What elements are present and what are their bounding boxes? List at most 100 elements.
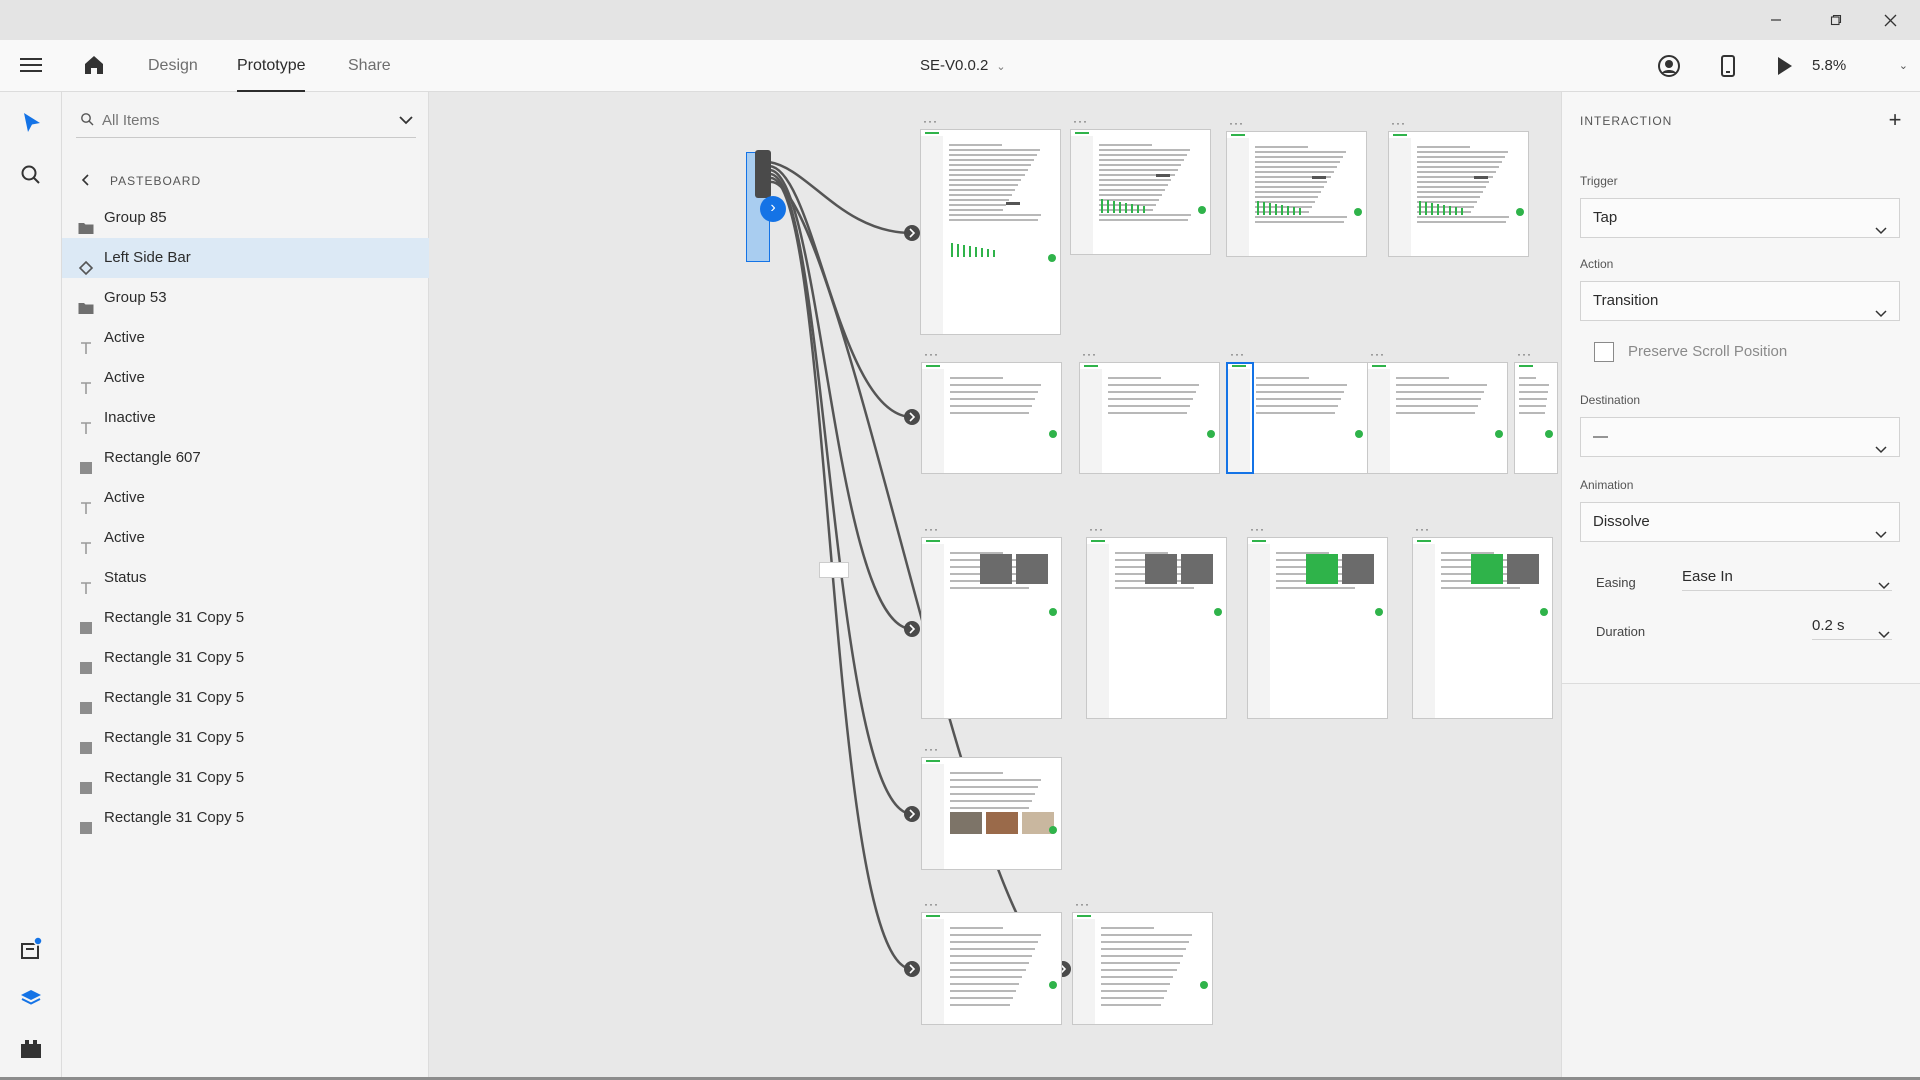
layer-item[interactable]: Rectangle 31 Copy 5 <box>62 718 429 758</box>
layer-item[interactable]: Inactive <box>62 398 429 438</box>
artboard-thumbnail[interactable]: ··· <box>921 522 1062 719</box>
assets-icon[interactable] <box>18 936 44 962</box>
layer-item[interactable]: Left Side Bar <box>62 238 429 278</box>
artboard-text-line <box>1099 154 1188 156</box>
artboard-thumbnail[interactable]: ··· <box>1367 347 1508 474</box>
device-preview-icon[interactable] <box>1716 54 1740 78</box>
artboard-chart-bar <box>1143 206 1145 214</box>
layer-item[interactable]: Rectangle 31 Copy 5 <box>62 598 429 638</box>
add-interaction-icon[interactable]: + <box>1885 108 1905 132</box>
artboard-tag <box>1311 176 1326 180</box>
chevron-down-icon[interactable] <box>398 112 414 128</box>
layers-search-input[interactable] <box>102 108 372 132</box>
action-select[interactable]: Transition <box>1580 281 1900 321</box>
artboard-text-line <box>1417 156 1506 158</box>
artboard-thumbnail[interactable]: ··· <box>921 347 1062 474</box>
destination-select[interactable]: — <box>1580 417 1900 457</box>
artboard-menu-icon[interactable]: ··· <box>1517 347 1532 361</box>
artboard-menu-icon[interactable]: ··· <box>1075 897 1090 911</box>
user-presence-icon[interactable] <box>1657 54 1681 78</box>
search-tool-icon[interactable] <box>18 162 44 188</box>
layer-item[interactable]: Rectangle 31 Copy 5 <box>62 798 429 838</box>
artboard-menu-icon[interactable]: ··· <box>1230 347 1245 361</box>
layer-item[interactable]: Rectangle 31 Copy 5 <box>62 638 429 678</box>
artboard-thumbnail[interactable]: ··· <box>1514 347 1558 474</box>
zoom-level[interactable]: 5.8% ⌄ <box>1812 40 1908 92</box>
home-icon[interactable] <box>82 53 106 77</box>
wire-target-icon[interactable] <box>904 225 920 241</box>
artboard-thumbnail[interactable]: ··· <box>1247 522 1388 719</box>
artboard-card <box>1342 554 1374 584</box>
plugins-icon[interactable] <box>18 1036 44 1062</box>
artboard-chart-bar <box>1113 201 1115 214</box>
wire-origin-handle[interactable] <box>755 150 771 198</box>
minimize-icon[interactable] <box>1746 0 1806 40</box>
artboard-menu-icon[interactable]: ··· <box>1250 522 1265 536</box>
pasteboard-note[interactable] <box>819 562 849 578</box>
close-icon[interactable] <box>1860 0 1920 40</box>
interaction-wire[interactable] <box>768 172 913 816</box>
artboard-menu-icon[interactable]: ··· <box>1391 116 1406 130</box>
layer-item[interactable]: Rectangle 31 Copy 5 <box>62 758 429 798</box>
play-icon[interactable] <box>1772 54 1796 78</box>
artboard-thumbnail[interactable]: ··· <box>1072 897 1213 1025</box>
artboard-menu-icon[interactable]: ··· <box>923 114 938 128</box>
preserve-scroll-checkbox[interactable] <box>1594 342 1614 362</box>
wire-target-icon[interactable] <box>904 806 920 822</box>
artboard-menu-icon[interactable]: ··· <box>924 897 939 911</box>
artboard-logo <box>1372 365 1386 367</box>
artboard-menu-icon[interactable]: ··· <box>1370 347 1385 361</box>
text-icon <box>78 371 94 394</box>
wire-start-arrow-icon[interactable]: › <box>760 196 786 222</box>
wire-target-icon[interactable] <box>904 621 920 637</box>
artboard-menu-icon[interactable]: ··· <box>1089 522 1104 536</box>
layer-item[interactable]: Group 53 <box>62 278 429 318</box>
layer-item[interactable]: Rectangle 607 <box>62 438 429 478</box>
layer-item[interactable]: Active <box>62 358 429 398</box>
artboard-thumbnail[interactable]: ··· <box>921 897 1062 1025</box>
tab-share[interactable]: Share <box>348 40 391 92</box>
duration-select[interactable]: 0.2 s <box>1812 612 1892 640</box>
trigger-select[interactable]: Tap <box>1580 198 1900 238</box>
layer-item[interactable]: Group 85 <box>62 198 429 238</box>
select-tool-icon[interactable] <box>18 110 44 136</box>
prototype-canvas[interactable]: ··· ··· ··· ··· ··· ··· ··· ··· ··· ··· ··· ··· ··· ·… <box>429 92 1561 1080</box>
artboard-thumbnail[interactable]: ··· <box>1079 347 1220 474</box>
artboard-thumbnail[interactable]: ··· <box>1412 522 1553 719</box>
layer-item[interactable]: Rectangle 31 Copy 5 <box>62 678 429 718</box>
artboard-menu-icon[interactable]: ··· <box>1073 114 1088 128</box>
artboard-text-line <box>950 941 1039 943</box>
wire-target-icon[interactable] <box>904 961 920 977</box>
artboard-text-line <box>1441 587 1520 589</box>
tab-design[interactable]: Design <box>148 40 198 92</box>
artboard-thumbnail[interactable]: ··· <box>1226 116 1367 257</box>
artboard-menu-icon[interactable]: ··· <box>1229 116 1244 130</box>
easing-select[interactable]: Ease In <box>1682 563 1892 591</box>
layer-item[interactable]: Active <box>62 318 429 358</box>
animation-select[interactable]: Dissolve <box>1580 502 1900 542</box>
artboard-sidebar <box>922 544 944 718</box>
layer-item[interactable]: Active <box>62 518 429 558</box>
artboard-thumbnail[interactable]: ··· <box>1086 522 1227 719</box>
layer-label: Active <box>104 489 145 506</box>
artboard-menu-icon[interactable]: ··· <box>924 522 939 536</box>
document-title[interactable]: SE-V0.0.2 ⌄ <box>920 40 1006 92</box>
hamburger-icon[interactable] <box>20 55 42 77</box>
artboard-menu-icon[interactable]: ··· <box>924 347 939 361</box>
restore-icon[interactable] <box>1806 0 1866 40</box>
artboard-thumbnail[interactable]: ··· <box>921 742 1062 870</box>
artboard-menu-icon[interactable]: ··· <box>924 742 939 756</box>
artboard-thumbnail[interactable]: ··· <box>1388 116 1529 257</box>
rectangle-icon <box>78 451 94 474</box>
artboard-menu-icon[interactable]: ··· <box>1082 347 1097 361</box>
layer-item[interactable]: Active <box>62 478 429 518</box>
artboard-chart-bar <box>1449 206 1451 216</box>
layer-item[interactable]: Status <box>62 558 429 598</box>
wire-target-icon[interactable] <box>904 409 920 425</box>
artboard-menu-icon[interactable]: ··· <box>1415 522 1430 536</box>
layers-icon[interactable] <box>18 986 44 1012</box>
artboard-thumbnail[interactable]: ··· <box>1070 114 1211 255</box>
chevron-left-icon[interactable] <box>80 173 90 187</box>
tab-prototype[interactable]: Prototype <box>237 40 306 92</box>
artboard-thumbnail[interactable]: ··· <box>920 114 1061 335</box>
